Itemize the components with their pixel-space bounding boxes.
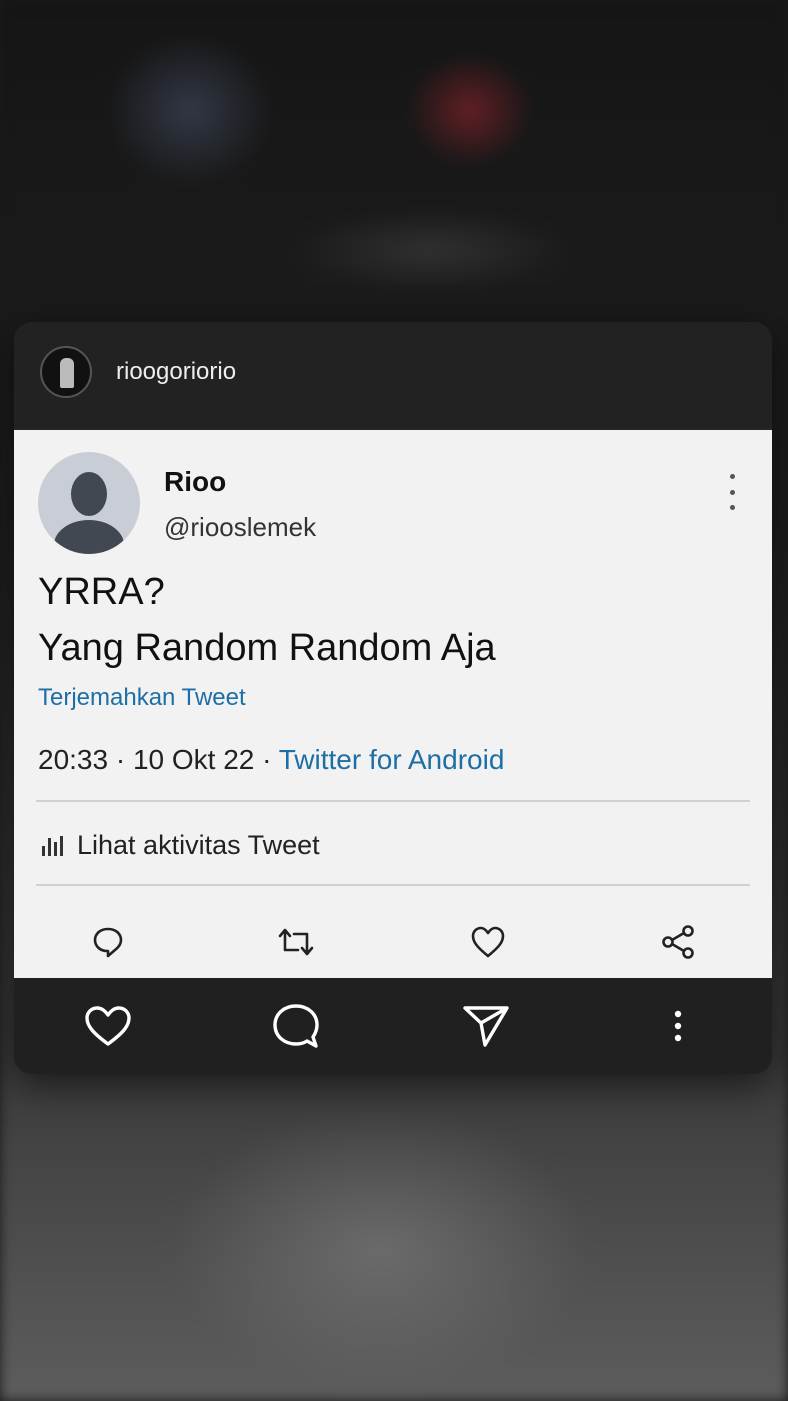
post-action-bar [14, 978, 772, 1074]
tweet-screenshot: Rioo @riooslemek YRRA? Yang Random Rando… [14, 430, 772, 978]
divider [36, 884, 750, 886]
tweet-more-icon [724, 474, 740, 510]
tweet-actions [14, 906, 772, 978]
tweet-activity-label: Lihat aktivitas Tweet [77, 830, 320, 860]
more-icon[interactable] [650, 1000, 706, 1052]
tweet-avatar [38, 452, 140, 554]
tweet-source: Twitter for Android [278, 744, 505, 775]
comment-icon[interactable] [268, 1000, 324, 1052]
like-icon [464, 918, 512, 966]
poster-username[interactable]: rioogoriorio [116, 358, 236, 386]
tweet-activity: Lihat aktivitas Tweet [42, 830, 320, 861]
poster-avatar[interactable] [40, 346, 92, 398]
tweet-text: YRRA? Yang Random Random Aja [38, 564, 738, 676]
tweet-timestamp: 20:33 · 10 Okt 22 · [38, 744, 279, 775]
tweet-display-name: Rioo [164, 466, 227, 497]
tweet-text-line: Yang Random Random Aja [38, 627, 496, 669]
retweet-icon [272, 918, 320, 966]
analytics-icon [42, 835, 63, 856]
share-icon [654, 918, 702, 966]
shared-post-card: rioogoriorio Rioo @riooslemek YRRA? Yang… [14, 322, 772, 1074]
post-header: rioogoriorio [14, 322, 772, 428]
divider [36, 800, 750, 802]
tweet-text-line: YRRA? [38, 571, 165, 613]
tweet-handle: @riooslemek [164, 512, 317, 542]
tweet-meta: 20:33 · 10 Okt 22 · Twitter for Android [38, 744, 504, 776]
reply-icon [84, 918, 132, 966]
translate-tweet-link: Terjemahkan Tweet [38, 684, 246, 711]
heart-icon[interactable] [80, 1000, 136, 1052]
send-icon[interactable] [458, 1000, 514, 1052]
